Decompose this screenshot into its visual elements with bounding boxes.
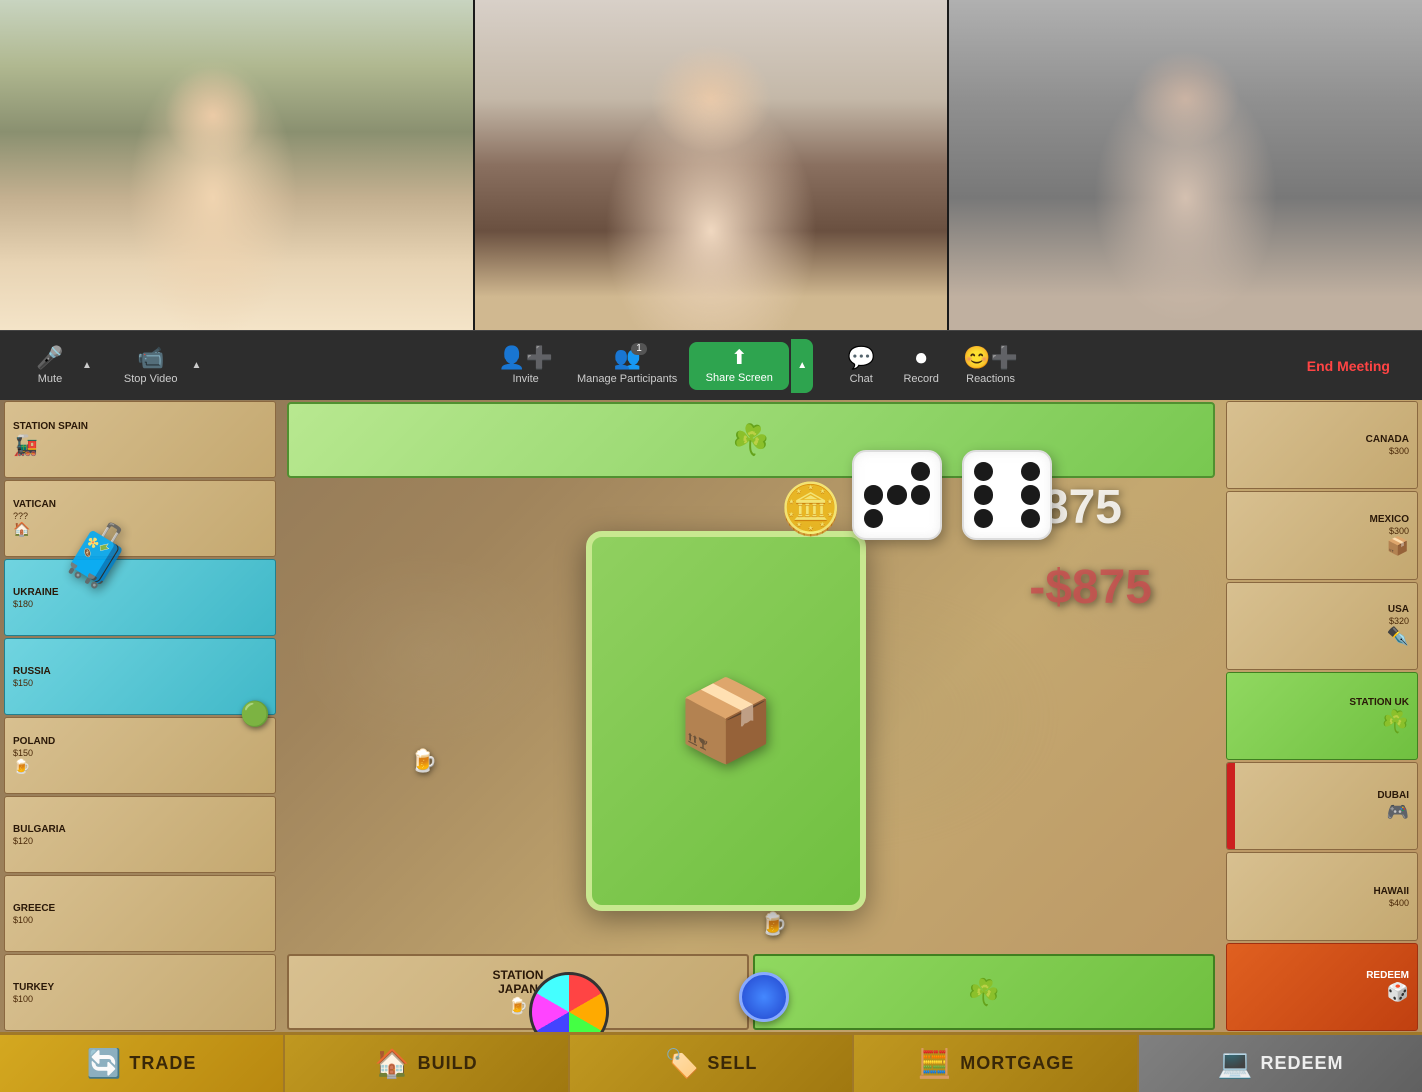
prop-station-uk: STATION UK ☘️ [1226,672,1418,760]
video-tile-1: 🤔 [0,0,473,330]
toolbar-right: End Meeting [1295,352,1402,380]
stop-video-label: Stop Video [124,373,178,385]
invite-button[interactable]: 👤➕ Invite [486,339,565,393]
participant-2-video: 😊 [475,0,948,330]
left-properties: STATION SPAIN 🚂 VATICAN ??? 🏠 UKRAINE $1… [0,400,280,1032]
invite-label: Invite [512,373,538,385]
toolbar-left: 🎤 Mute ▲ 📹 Stop Video ▲ [20,339,221,393]
trade-action[interactable]: 🔄 TRADE [0,1035,285,1092]
prop-canada: CANADA $300 [1226,401,1418,489]
participant-3-video: 😐 [949,0,1422,330]
dice-container [852,450,1052,540]
suitcase-token: 🧳 [60,520,135,591]
mute-label: Mute [38,373,62,385]
game-action-toolbar: 🔄 TRADE 🏠 BUILD 🏷️ SELL 🧮 MORTGAGE 💻 RED… [0,1032,1422,1092]
prop-usa: USA $320 ✒️ [1226,582,1418,670]
treasure-card: 📦 [586,531,866,911]
chat-button[interactable]: 💬 Chat [831,339,891,393]
right-properties: CANADA $300 MEXICO $300 📦 USA $320 ✒️ ST… [1222,400,1422,1032]
trade-label: TRADE [129,1053,196,1074]
video-tile-3: 😐 [947,0,1422,330]
sell-icon: 🏷️ [665,1047,700,1080]
camera-icon: 📹 [137,347,164,369]
microphone-icon: 🎤 [36,347,63,369]
prop-poland: POLAND $150 🍺 [4,717,276,794]
share-screen-label: Share Screen [706,372,773,384]
invite-icon: 👤➕ [498,347,553,369]
build-label: BUILD [418,1053,478,1074]
manage-participants-button[interactable]: 👥 1 Manage Participants [565,339,689,393]
mortgage-label: MORTGAGE [960,1053,1074,1074]
prop-turkey: TURKEY $100 [4,954,276,1031]
chat-icon: 💬 [847,347,874,369]
reactions-button[interactable]: 😊➕ Reactions [951,339,1030,393]
station-spain: STATION SPAIN 🚂 [4,401,276,478]
spinner [529,972,609,1032]
prop-mexico: MEXICO $300 📦 [1226,491,1418,579]
mute-chevron[interactable]: ▲ [80,339,94,393]
spinner-circle [529,972,609,1032]
reactions-icon: 😊➕ [963,347,1018,369]
coin-stack: 🪙 [780,480,842,539]
mortgage-action[interactable]: 🧮 MORTGAGE [854,1035,1139,1092]
record-label: Record [903,373,938,385]
prop-vatican: VATICAN ??? 🏠 [4,480,276,557]
share-screen-button[interactable]: ⬆ Share Screen [689,342,789,390]
board-game-area: STATION SPAIN 🚂 VATICAN ??? 🏠 UKRAINE $1… [0,400,1422,1032]
share-screen-icon: ⬆ [731,348,748,368]
participant-1-video: 🤔 [0,0,473,330]
mortgage-icon: 🧮 [917,1047,952,1080]
prop-bulgaria: BULGARIA $120 [4,796,276,873]
treasure-icon: 📦 [676,674,776,768]
build-icon: 🏠 [375,1047,410,1080]
die-1 [852,450,942,540]
prop-russia: RUSSIA $150 [4,638,276,715]
participant-count-badge: 1 [631,343,647,355]
build-action[interactable]: 🏠 BUILD [285,1035,570,1092]
bottom-shamrock: ☘️ [753,954,1215,1030]
money-loss-indicator: -$875 [1029,560,1152,615]
redeem-icon: 💻 [1218,1047,1253,1080]
participants-icon: 👥 1 [613,347,640,369]
end-meeting-button[interactable]: End Meeting [1295,352,1402,380]
sell-action[interactable]: 🏷️ SELL [570,1035,855,1092]
sell-label: SELL [707,1053,757,1074]
prop-greece: GREECE $100 [4,875,276,952]
redeem-action[interactable]: 💻 REDEEM [1139,1035,1422,1092]
prop-dubai: DUBAI 🎮 [1226,762,1418,850]
stop-video-button[interactable]: 📹 Stop Video [112,339,190,393]
manage-participants-label: Manage Participants [577,373,677,385]
video-chevron[interactable]: ▲ [190,339,204,393]
die-2 [962,450,1052,540]
video-tile-2: 😊 [473,0,948,330]
record-icon: ⏺ [916,347,927,369]
trade-icon: 🔄 [86,1047,121,1080]
reactions-label: Reactions [966,373,1015,385]
meeting-toolbar: 🎤 Mute ▲ 📹 Stop Video ▲ 👤➕ Invite 👥 1 Ma… [0,330,1422,400]
prop-redeem-right: REDEEM 🎲 [1226,943,1418,1031]
video-grid: 🤔 😊 😐 [0,0,1422,330]
prop-ukraine: UKRAINE $180 [4,559,276,636]
beer-token-1: 🍺 [410,748,437,774]
beer-token-2: 🍺 [760,911,787,937]
station-japan: STATION JAPAN 🍺 [287,954,749,1030]
share-chevron[interactable]: ▲ [791,339,813,393]
mute-button[interactable]: 🎤 Mute [20,339,80,393]
record-button[interactable]: ⏺ Record [891,339,951,393]
toolbar-center: 👤➕ Invite 👥 1 Manage Participants ⬆ Shar… [486,339,1030,393]
prop-hawaii: HAWAII $400 [1226,852,1418,940]
redeem-label: REDEEM [1261,1053,1344,1074]
chat-label: Chat [850,373,873,385]
